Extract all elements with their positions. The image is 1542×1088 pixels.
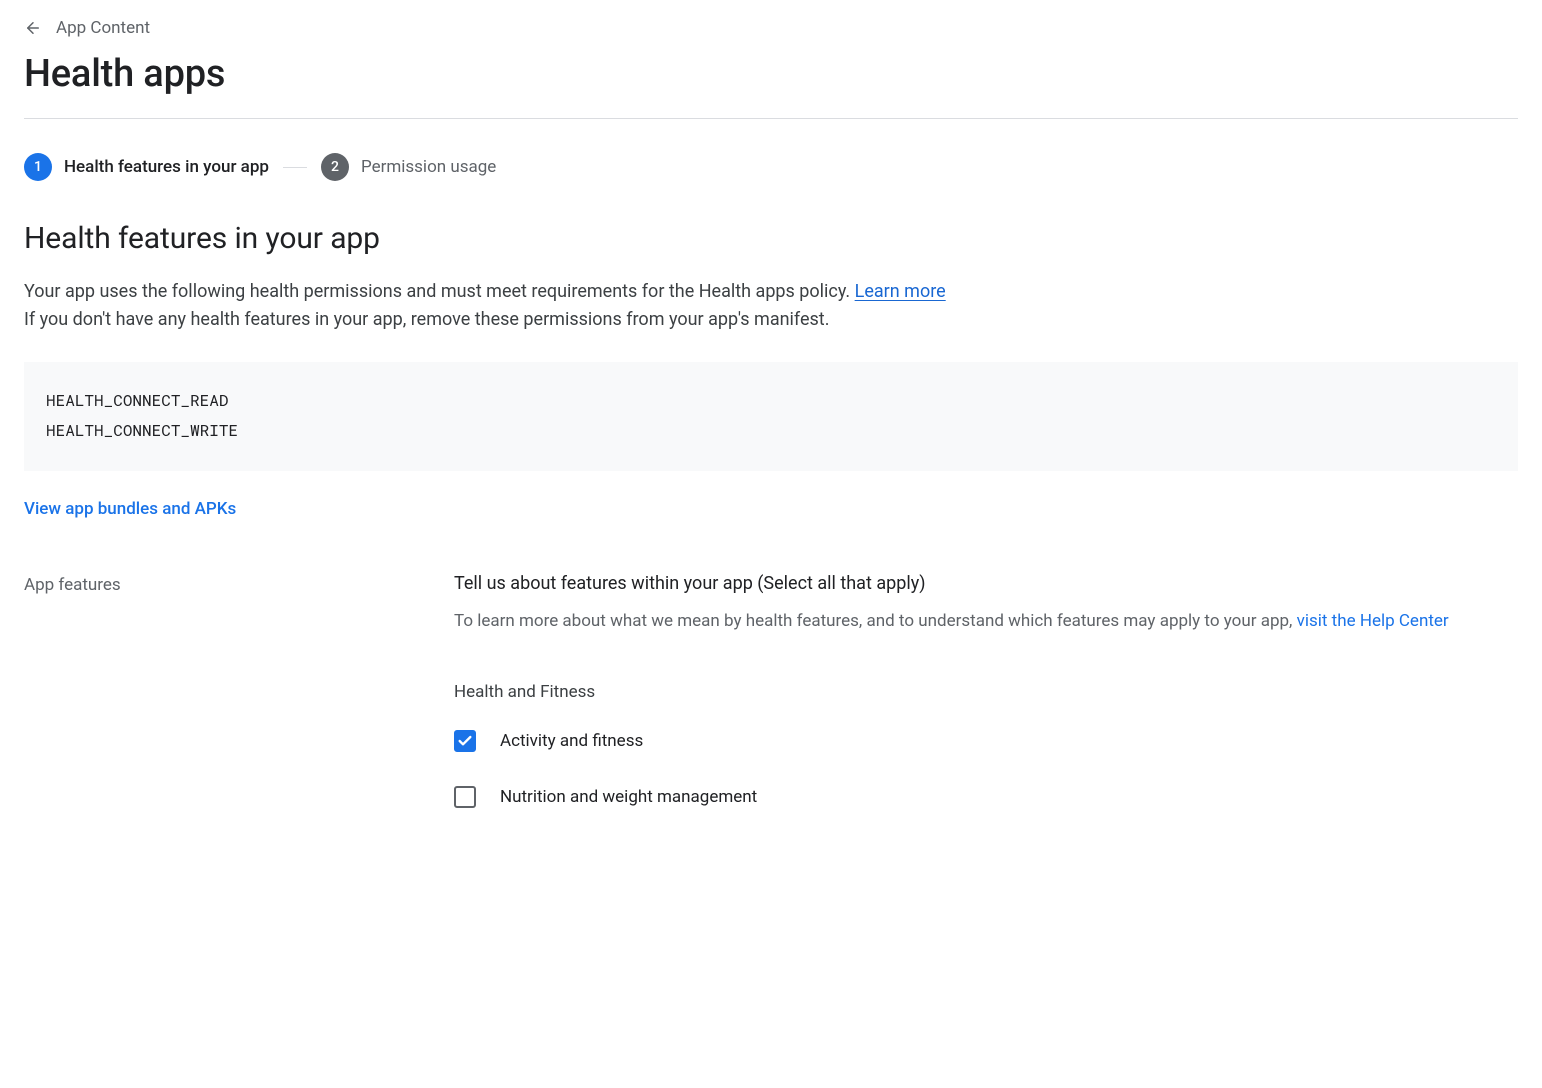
step-label: Health features in your app: [64, 157, 269, 177]
page-title: Health apps: [24, 52, 1518, 96]
feature-group-title: Health and Fitness: [454, 682, 1518, 702]
learn-more-link[interactable]: Learn more: [855, 281, 946, 302]
checkbox-label: Nutrition and weight management: [500, 787, 757, 807]
step-number-badge: 1: [24, 153, 52, 181]
stepper: 1 Health features in your app 2 Permissi…: [24, 153, 1518, 181]
section-title: Health features in your app: [24, 221, 1518, 256]
view-bundles-link[interactable]: View app bundles and APKs: [24, 499, 236, 519]
features-prompt: Tell us about features within your app (…: [454, 573, 1518, 594]
checkbox-activity-and-fitness[interactable]: Activity and fitness: [454, 730, 1518, 752]
breadcrumb-back[interactable]: App Content: [24, 18, 1518, 38]
step-health-features[interactable]: 1 Health features in your app: [24, 153, 269, 181]
permission-item: HEALTH_CONNECT_READ: [46, 390, 228, 411]
step-number-badge: 2: [321, 153, 349, 181]
divider: [24, 118, 1518, 119]
breadcrumb-label: App Content: [56, 18, 150, 38]
permissions-list: HEALTH_CONNECT_READ HEALTH_CONNECT_WRITE: [24, 362, 1518, 471]
intro-text: Your app uses the following health permi…: [24, 278, 1518, 334]
checkbox-icon: [454, 786, 476, 808]
checkbox-label: Activity and fitness: [500, 731, 643, 751]
checkbox-nutrition-weight[interactable]: Nutrition and weight management: [454, 786, 1518, 808]
step-permission-usage[interactable]: 2 Permission usage: [321, 153, 496, 181]
features-help-text: To learn more about what we mean by heal…: [454, 608, 1518, 634]
step-label: Permission usage: [361, 157, 496, 177]
intro-line-1: Your app uses the following health permi…: [24, 281, 850, 302]
step-connector: [283, 167, 307, 168]
checkbox-icon: [454, 730, 476, 752]
permission-item: HEALTH_CONNECT_WRITE: [46, 420, 238, 441]
help-center-link[interactable]: visit the Help Center: [1297, 611, 1449, 631]
intro-line-2: If you don't have any health features in…: [24, 309, 829, 330]
arrow-left-icon: [24, 19, 42, 37]
app-features-row-label: App features: [24, 573, 454, 595]
